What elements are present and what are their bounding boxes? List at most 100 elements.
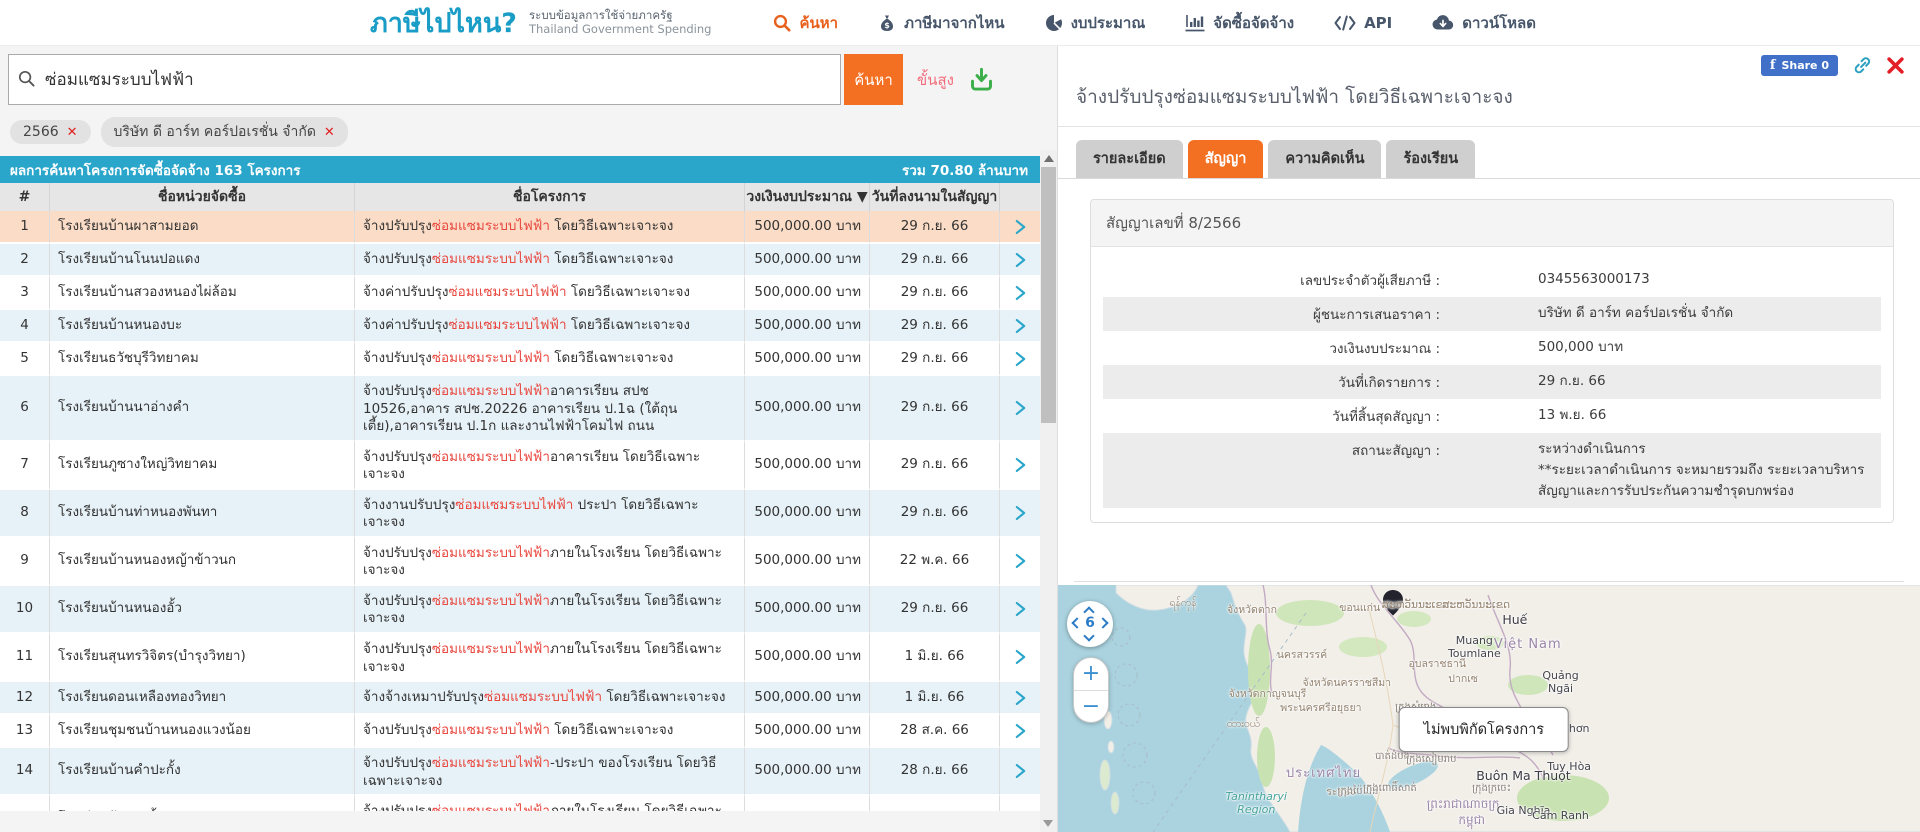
close-panel-icon[interactable] [1887,57,1904,74]
col-amount-sort[interactable]: วงเงินงบประมาณ ▼ [745,183,870,211]
search-button[interactable]: ค้นหา [844,54,903,105]
row-number: 15 [0,796,50,811]
table-row[interactable]: 15 โรงเรียนบ้านวังถ้ำ จ้างปรับปรุงซ่อมแซ… [0,796,1040,811]
row-number: 7 [0,442,50,490]
location-map[interactable]: ရန်ကုန်จังหวัดตากขอนแก่นສະຫວັນນະເຂດສະຫວັ… [1058,585,1920,832]
row-amount: 500,000.00 บาท [745,682,870,715]
filter-tag-company[interactable]: บริษัท ดี อาร์ท คอร์ปอเรชั่น จำกัด ✕ [101,117,348,147]
table-row[interactable]: 2 โรงเรียนบ้านโนนปอแดง จ้างปรับปรุงซ่อมแ… [0,244,1040,277]
row-chevron-icon[interactable] [1000,490,1040,538]
row-chevron-icon[interactable] [1000,715,1040,748]
table-row[interactable]: 9 โรงเรียนบ้านหนองหญ้าข้าวนก จ้างปรับปรุ… [0,538,1040,586]
search-results-panel: ค้นหา ขั้นสูง 2566 ✕ บริษัท ดี อาร์ท คอร… [0,46,1057,832]
row-project: จ้างค่าปรับปรุงซ่อมแซมระบบไฟฟ้า โดยวิธีเ… [355,310,745,343]
code-icon [1334,15,1356,31]
row-chevron-icon[interactable] [1000,211,1040,244]
col-number: # [0,183,50,211]
field-label: ผู้ชนะการเสนอราคา : [1103,297,1448,331]
row-chevron-icon[interactable] [1000,376,1040,442]
download-results-icon[interactable] [968,66,995,93]
table-row[interactable]: 10 โรงเรียนบ้านหนองอั้ว จ้างปรับปรุงซ่อม… [0,586,1040,634]
table-row[interactable]: 5 โรงเรียนธวัชบุรีวิทยาคม จ้างปรับปรุงซ่… [0,343,1040,376]
remove-tag-icon[interactable]: ✕ [67,125,78,140]
search-input[interactable] [8,54,841,105]
search-box [8,54,841,105]
row-chevron-icon[interactable] [1000,796,1040,811]
row-unit: โรงเรียนบ้านวังถ้ำ [50,796,355,811]
nav-procurement[interactable]: จัดซื้อจัดจ้าง [1185,11,1294,35]
zoom-in-button[interactable]: + [1074,658,1108,691]
map-zoom-level: 6 [1067,615,1113,631]
row-chevron-icon[interactable] [1000,310,1040,343]
row-unit: โรงเรียนบ้านท่าหนองพันทา [50,490,355,538]
table-scrollbar[interactable] [1040,150,1057,832]
scroll-up-button[interactable] [1040,150,1057,167]
row-chevron-icon[interactable] [1000,244,1040,277]
row-unit: โรงเรียนธวัชบุรีวิทยาคม [50,343,355,376]
permalink-icon[interactable] [1853,56,1872,75]
contract-field: วันที่สิ้นสุดสัญญา : 13 พ.ย. 66 [1103,399,1881,433]
detail-tab[interactable]: สัญญา [1188,140,1264,178]
logo[interactable]: ภาษีไปไหน? ระบบข้อมูลการใช้จ่ายภาครัฐ Th… [370,1,711,44]
detail-tab[interactable]: ร้องเรียน [1386,140,1475,178]
row-chevron-icon[interactable] [1000,277,1040,310]
table-row[interactable]: 13 โรงเรียนชุมชนบ้านหนองแวงน้อย จ้างปรับ… [0,715,1040,748]
row-unit: โรงเรียนบ้านผาสามยอด [50,211,355,244]
row-chevron-icon[interactable] [1000,538,1040,586]
advanced-search-link[interactable]: ขั้นสูง [917,68,954,92]
table-row[interactable]: 8 โรงเรียนบ้านท่าหนองพันทา จ้างงานปรับปร… [0,490,1040,538]
table-row[interactable]: 11 โรงเรียนสุนทรวิจิตร(บำรุงวิทยา) จ้างป… [0,634,1040,682]
row-project: จ้างปรับปรุงซ่อมแซมระบบไฟฟ้า โดยวิธีเฉพา… [355,244,745,277]
field-label: วันที่สิ้นสุดสัญญา : [1103,399,1448,433]
row-date: 29 ก.ย. 66 [870,211,1000,244]
row-unit: โรงเรียนบ้านหนองอั้ว [50,586,355,634]
table-row[interactable]: 1 โรงเรียนบ้านผาสามยอด จ้างปรับปรุงซ่อมแ… [0,211,1040,244]
row-chevron-icon[interactable] [1000,343,1040,376]
row-chevron-icon[interactable] [1000,634,1040,682]
map-pan-control[interactable]: 6 [1067,601,1113,647]
remove-tag-icon[interactable]: ✕ [324,125,335,140]
contract-field: วันที่เกิดรายการ : 29 ก.ย. 66 [1103,365,1881,399]
row-amount: 500,000.00 บาท [745,211,870,244]
detail-tab[interactable]: รายละเอียด [1076,140,1183,178]
nav-download[interactable]: ดาวน์โหลด [1432,11,1536,35]
row-amount: 500,000.00 บาท [745,376,870,442]
row-amount: 500,000.00 บาท [745,310,870,343]
row-unit: โรงเรียนบ้านหนองหญ้าข้าวนก [50,538,355,586]
table-row[interactable]: 12 โรงเรียนดอนเหลืองทองวิทยา จ้างจ้างเหม… [0,682,1040,715]
table-row[interactable]: 4 โรงเรียนบ้านหนองบะ จ้างค่าปรับปรุงซ่อม… [0,310,1040,343]
search-icon [773,14,791,32]
table-row[interactable]: 7 โรงเรียนภูซางใหญ่วิทยาคม จ้างปรับปรุงซ… [0,442,1040,490]
nav-search[interactable]: ค้นหา [773,11,838,35]
row-date: 29 ก.ย. 66 [870,244,1000,277]
bar-chart-icon [1185,14,1205,32]
col-project: ชื่อโครงการ [355,183,745,211]
zoom-out-button[interactable]: − [1074,691,1108,723]
row-date: 29 ก.ย. 66 [870,310,1000,343]
table-row[interactable]: 14 โรงเรียนบ้านคำปะกั้ง จ้างปรับปรุงซ่อม… [0,748,1040,796]
detail-tab[interactable]: ความคิดเห็น [1268,140,1381,178]
row-chevron-icon[interactable] [1000,748,1040,796]
table-row[interactable]: 3 โรงเรียนบ้านสวองหนองไผ่ล้อม จ้างค่าปรั… [0,277,1040,310]
pie-chart-icon [1045,14,1063,32]
row-chevron-icon[interactable] [1000,442,1040,490]
row-chevron-icon[interactable] [1000,682,1040,715]
scroll-down-button[interactable] [1043,820,1053,827]
table-row[interactable]: 6 โรงเรียนบ้านนาอ่างคำ จ้างปรับปรุงซ่อมแ… [0,376,1040,442]
row-project: จ้างปรับปรุงซ่อมแซมระบบไฟฟ้าภายในโรงเรีย… [355,586,745,634]
field-label: สถานะสัญญา : [1103,433,1448,508]
row-chevron-icon[interactable] [1000,586,1040,634]
nav-budget[interactable]: งบประมาณ [1045,11,1146,35]
scrollbar-thumb[interactable] [1041,167,1056,423]
filter-tag-year[interactable]: 2566 ✕ [10,120,91,144]
field-value: 500,000 บาท [1448,331,1881,365]
row-project: จ้างปรับปรุงซ่อมแซมระบบไฟฟ้า-ประปา ของโร… [355,748,745,796]
facebook-share-button[interactable]: f Share 0 [1761,55,1838,76]
nav-api[interactable]: API [1334,14,1392,32]
row-amount: 500,000.00 บาท [745,586,870,634]
nav-where-taxes-from[interactable]: $ ภาษีมาจากไหน [878,11,1005,35]
row-number: 11 [0,634,50,682]
row-amount: 500,000.00 บาท [745,748,870,796]
pan-down-icon[interactable] [1083,630,1094,641]
row-amount: 500,000.00 บาท [745,796,870,811]
